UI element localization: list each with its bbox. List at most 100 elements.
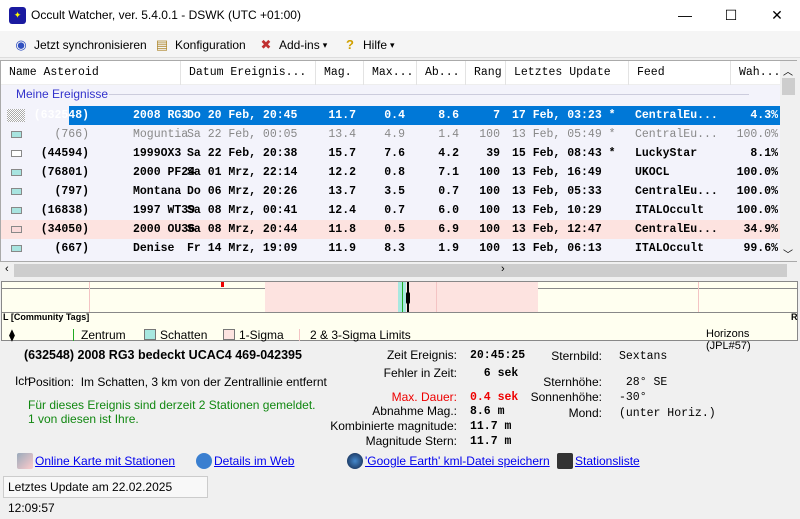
maximize-button[interactable]: ☐ [708, 0, 754, 31]
status-swatch-icon [11, 169, 22, 176]
column-header[interactable]: Rang [466, 61, 506, 85]
column-header[interactable]: Name Asteroid [1, 61, 181, 85]
chevron-down-icon: ▾ [322, 39, 328, 50]
table-row[interactable]: (34050) 2000 OU36 Sa 08 Mrz, 20:44 11.8 0.5 6… [1, 220, 781, 239]
scroll-left-icon[interactable]: ‹ [5, 263, 9, 275]
cell-num: (667) [54, 242, 89, 255]
cell-date: Sa 22 Feb, 20:38 [187, 147, 298, 160]
cell-name: 1999OX3 [133, 147, 182, 160]
field-label: Kombinierte magnitude: [330, 419, 457, 433]
column-header[interactable]: Max... [364, 61, 417, 85]
event-list: Name Asteroid Datum Ereignis... Mag. Max...… [0, 60, 797, 262]
cell-num: (34050) [40, 223, 89, 236]
config-button[interactable]: ▤ Konfiguration [152, 35, 246, 55]
cell-feed: ITALOccult [635, 204, 705, 217]
cell-update: 13 Feb, 05:33 [512, 185, 602, 198]
status-swatch-icon [11, 150, 22, 157]
table-row[interactable]: (44594) 1999OX3 Sa 22 Feb, 20:38 15.7 7.6 4.2… [1, 144, 781, 163]
close-button[interactable]: ✕ [754, 0, 800, 31]
scroll-thumb[interactable] [782, 78, 795, 95]
status-swatch-icon [11, 245, 22, 252]
config-icon: ▤ [155, 37, 169, 52]
table-row[interactable]: (766) Moguntia Sa 22 Feb, 00:05 13.4 4.9 1.4 1… [1, 125, 781, 144]
column-header[interactable]: Datum Ereignis... [181, 61, 316, 85]
observer-marker-body [406, 292, 410, 304]
link-1[interactable]: Details im Web [196, 453, 294, 469]
cell-date: Sa 22 Feb, 00:05 [187, 128, 298, 141]
cell-max: 0.8 [384, 166, 405, 179]
legend-sigma23: 2 & 3-Sigma Limits [310, 328, 411, 342]
cell-rang: 39 [486, 147, 500, 160]
column-header[interactable]: Letztes Update [506, 61, 629, 85]
table-row[interactable]: (16838) 1997 WT39 Sa 08 Mrz, 00:41 12.4 0.7 6… [1, 201, 781, 220]
cell-rang: 7 [493, 109, 500, 122]
cell-feed: CentralEu... [635, 185, 718, 198]
link-text[interactable]: Online Karte mit Stationen [35, 454, 175, 468]
cell-name: 2008 RG3 [133, 109, 189, 122]
cell-max: 4.9 [384, 128, 405, 141]
field-value: 28° SE [619, 376, 668, 389]
cell-update: 13 Feb, 10:29 [512, 204, 602, 217]
cell-date: Do 20 Feb, 20:45 [187, 109, 298, 122]
legend-center: Zentrum [81, 328, 126, 342]
status-bar: Letztes Update am 22.02.2025 12:09:57 [3, 476, 208, 515]
cell-max: 0.7 [384, 204, 405, 217]
scroll-up-icon[interactable]: ︿ [783, 63, 793, 78]
link-text[interactable]: Stationsliste [575, 454, 640, 468]
column-header[interactable]: Mag. [316, 61, 364, 85]
link-2[interactable]: 'Google Earth' kml-Datei speichern [347, 453, 550, 469]
link-3[interactable]: Stationsliste [557, 453, 640, 469]
cell-ab: 6.9 [438, 223, 459, 236]
legend-me: ⧫ Ich [9, 328, 31, 388]
center-line [402, 282, 403, 312]
toolbar: ◉ Jetzt synchronisieren ▤ Konfiguration ✖ A… [0, 31, 800, 58]
scroll-thumb[interactable] [14, 264, 787, 277]
link-text[interactable]: Details im Web [214, 454, 294, 468]
column-header[interactable]: Feed [629, 61, 731, 85]
link-text[interactable]: 'Google Earth' kml-Datei speichern [365, 454, 550, 468]
sigma1-swatch [223, 329, 235, 340]
table-row[interactable]: (667) Denise Fr 14 Mrz, 19:09 11.9 8.3 1.9 100… [1, 239, 781, 258]
cell-wah: 99.6% [743, 242, 778, 255]
column-header[interactable]: Ab... [417, 61, 466, 85]
table-row[interactable]: (76801) 2000 PF24 Sa 01 Mrz, 22:14 12.2 0.8 7… [1, 163, 781, 182]
cell-mag: 11.7 [328, 109, 356, 122]
field-label: Magnitude Stern: [365, 434, 457, 448]
cell-rang: 100 [479, 223, 500, 236]
cell-date: Sa 08 Mrz, 00:41 [187, 204, 298, 217]
chevron-down-icon: ▾ [390, 39, 395, 50]
addins-menu[interactable]: ✖ Add-ins ▾ [256, 35, 328, 55]
cell-rang: 100 [479, 166, 500, 179]
cell-max: 0.5 [384, 223, 405, 236]
scroll-right-icon[interactable]: › [501, 263, 505, 275]
minimize-button[interactable]: — [662, 0, 708, 31]
cell-ab: 4.2 [438, 147, 459, 160]
cell-num: (797) [54, 185, 89, 198]
cell-ab: 6.0 [438, 204, 459, 217]
scroll-down-icon[interactable]: ﹀ [783, 246, 793, 261]
help-menu[interactable]: ? Hilfe ▾ [340, 35, 395, 55]
horizontal-scrollbar[interactable]: ‹ › [1, 262, 797, 279]
vertical-scrollbar[interactable]: ︿ ﹀ [780, 61, 797, 261]
map-icon [17, 453, 33, 469]
link-0[interactable]: Online Karte mit Stationen [17, 453, 175, 469]
cell-max: 7.6 [384, 147, 405, 160]
cell-name: 2000 PF24 [133, 166, 196, 179]
cell-rang: 100 [479, 128, 500, 141]
community-tags-label: [Community Tags] [10, 312, 90, 322]
window-title: Occult Watcher, ver. 5.4.0.1 - DSWK (UTC… [31, 8, 301, 22]
status-swatch-icon [11, 188, 22, 195]
cell-mag: 11.8 [328, 223, 356, 236]
status-swatch-icon [11, 226, 22, 233]
divider [109, 94, 749, 95]
shadow-swatch [144, 329, 156, 340]
title-bar: ✦ Occult Watcher, ver. 5.4.0.1 - DSWK (U… [0, 0, 800, 31]
cell-rang: 100 [479, 185, 500, 198]
table-row[interactable]: (632548) 2008 RG3 Do 20 Feb, 20:45 11.7 0.4 8… [7, 106, 781, 125]
sync-button[interactable]: ◉ Jetzt synchronisieren [11, 35, 146, 55]
cell-num: (766) [54, 128, 89, 141]
column-header[interactable]: Wah... [731, 61, 781, 85]
field-value: (unter Horiz.) [619, 407, 716, 420]
cell-max: 3.5 [384, 185, 405, 198]
table-row[interactable]: (797) Montana Do 06 Mrz, 20:26 13.7 3.5 0.7 10… [1, 182, 781, 201]
